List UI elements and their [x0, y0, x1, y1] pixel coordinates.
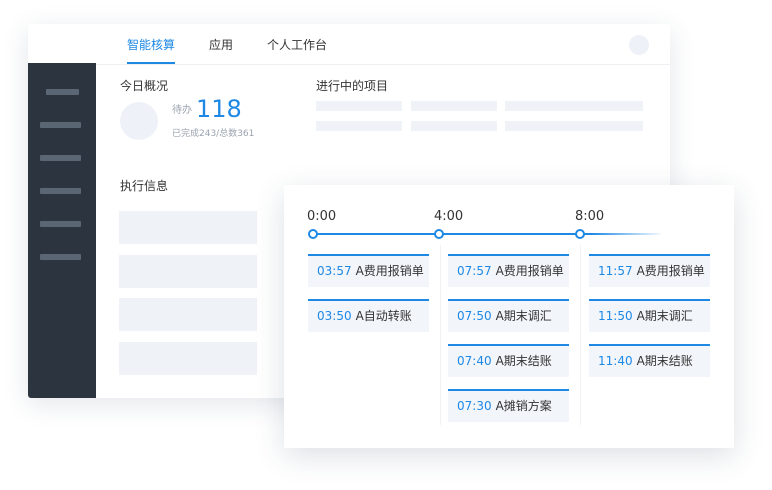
- execution-item-placeholder: [119, 342, 257, 375]
- tab-personal-workbench[interactable]: 个人工作台: [267, 37, 327, 53]
- avatar[interactable]: [629, 35, 649, 55]
- event-name: A期末调汇: [495, 309, 552, 323]
- overview-title: 今日概况: [120, 79, 169, 93]
- event-name: A自动转账: [355, 309, 412, 323]
- timeline-card: 0:00 4:00 8:00 03:57 A费用报销单 03:50 A自动转账 07:5…: [284, 185, 734, 448]
- timeline-event[interactable]: 03:57 A费用报销单: [308, 254, 429, 287]
- sidebar-item-placeholder[interactable]: [40, 188, 81, 194]
- timeline-event[interactable]: 07:57 A费用报销单: [448, 254, 569, 287]
- timeline-axis: [311, 233, 661, 235]
- execution-item-placeholder: [119, 255, 257, 288]
- project-skeleton: [411, 101, 497, 111]
- pending-label: 待办: [172, 105, 192, 116]
- sidebar-item-placeholder[interactable]: [40, 122, 81, 128]
- column-divider: [580, 245, 581, 425]
- event-time: 11:57: [598, 264, 633, 278]
- tab-smart-accounting[interactable]: 智能核算: [127, 37, 176, 64]
- sidebar-item-placeholder[interactable]: [40, 221, 81, 227]
- time-label-4: 4:00: [434, 209, 464, 224]
- timeline-event[interactable]: 11:50 A期末调汇: [589, 299, 710, 332]
- projects-title: 进行中的项目: [316, 79, 389, 93]
- pending-count[interactable]: 118: [196, 94, 242, 124]
- event-time: 03:57: [317, 264, 352, 278]
- timeline-event[interactable]: 11:57 A费用报销单: [589, 254, 710, 287]
- sidebar-item-placeholder[interactable]: [46, 89, 79, 95]
- event-time: 07:40: [457, 354, 492, 368]
- sidebar-item-placeholder[interactable]: [40, 254, 81, 260]
- project-skeleton: [505, 121, 643, 131]
- execution-item-placeholder: [119, 211, 257, 244]
- execution-item-placeholder: [119, 298, 257, 331]
- tab-apps[interactable]: 应用: [209, 37, 233, 53]
- timeline-event[interactable]: 11:40 A期末结账: [589, 344, 710, 377]
- event-time: 03:50: [317, 309, 352, 323]
- timeline-dot: [308, 229, 318, 239]
- timeline-event[interactable]: 07:50 A期末调汇: [448, 299, 569, 332]
- column-divider: [440, 245, 441, 425]
- event-time: 11:50: [598, 309, 633, 323]
- progress-text: 已完成243/总数361: [172, 129, 255, 139]
- sidebar: [28, 63, 96, 398]
- event-name: A期末结账: [636, 354, 693, 368]
- timeline-event[interactable]: 07:30 A摊销方案: [448, 389, 569, 422]
- event-time: 07:57: [457, 264, 492, 278]
- event-name: A期末调汇: [636, 309, 693, 323]
- project-skeleton: [316, 121, 402, 131]
- time-label-8: 8:00: [575, 209, 605, 224]
- event-time: 11:40: [598, 354, 633, 368]
- event-name: A摊销方案: [495, 399, 552, 413]
- timeline-dot: [575, 229, 585, 239]
- timeline-dot: [434, 229, 444, 239]
- event-name: A费用报销单: [636, 264, 705, 278]
- top-nav-bar: 智能核算 应用 个人工作台: [28, 24, 670, 65]
- sidebar-item-placeholder[interactable]: [40, 155, 81, 161]
- project-skeleton: [505, 101, 643, 111]
- event-name: A费用报销单: [495, 264, 564, 278]
- project-skeleton: [411, 121, 497, 131]
- event-time: 07:50: [457, 309, 492, 323]
- event-time: 07:30: [457, 399, 492, 413]
- time-label-0: 0:00: [307, 209, 337, 224]
- timeline-event[interactable]: 07:40 A期末结账: [448, 344, 569, 377]
- event-name: A期末结账: [495, 354, 552, 368]
- project-skeleton: [316, 101, 402, 111]
- timeline-event[interactable]: 03:50 A自动转账: [308, 299, 429, 332]
- event-name: A费用报销单: [355, 264, 424, 278]
- overview-chart-placeholder: [120, 102, 158, 140]
- execution-title: 执行信息: [120, 179, 169, 193]
